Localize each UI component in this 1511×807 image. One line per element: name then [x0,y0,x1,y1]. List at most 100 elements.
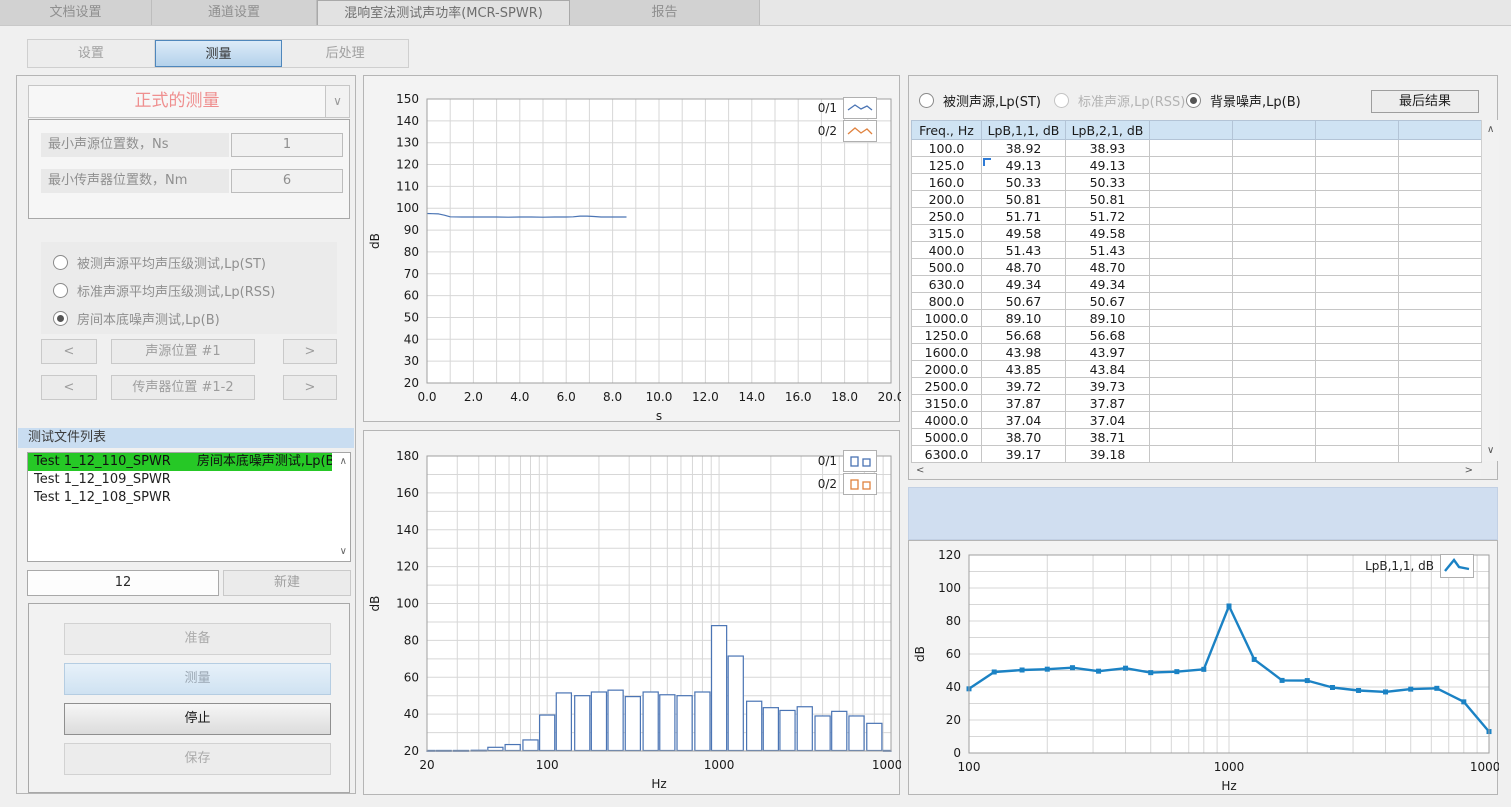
table-cell[interactable]: 6300.0 [912,446,982,463]
table-cell[interactable]: 50.81 [982,191,1066,208]
table-vertical-scrollbar[interactable]: ∧ ∨ [1481,120,1499,461]
table-cell[interactable]: 250.0 [912,208,982,225]
table-cell[interactable]: 3150.0 [912,395,982,412]
radio-icon[interactable] [53,283,68,298]
table-cell[interactable]: 49.58 [982,225,1066,242]
radio-lp-b[interactable]: 房间本底噪声测试,Lp(B) [53,308,220,328]
table-cell[interactable] [1233,259,1316,276]
table-cell[interactable]: 37.87 [1066,395,1150,412]
list-item[interactable]: Test 1_12_108_SPWR [28,489,350,507]
mic-position-next-button[interactable]: > [283,375,337,400]
radio-lp-rss[interactable]: 标准声源平均声压级测试,Lp(RSS) [53,280,275,300]
table-cell[interactable]: 50.81 [1066,191,1150,208]
table-cell[interactable]: 400.0 [912,242,982,259]
table-cell[interactable] [1233,395,1316,412]
table-cell[interactable]: 39.73 [1066,378,1150,395]
table-cell[interactable]: 89.10 [982,310,1066,327]
table-cell[interactable] [1316,225,1399,242]
table-cell[interactable] [1316,191,1399,208]
table-cell[interactable]: 39.72 [982,378,1066,395]
table-cell[interactable] [1150,344,1233,361]
table-cell[interactable] [1399,140,1482,157]
subtab-measure[interactable]: 测量 [155,40,283,67]
table-cell[interactable] [1150,225,1233,242]
table-cell[interactable] [1150,378,1233,395]
table-cell[interactable]: 500.0 [912,259,982,276]
table-cell[interactable] [1399,378,1482,395]
table-cell[interactable] [1316,378,1399,395]
table-cell[interactable] [1150,157,1233,174]
table-cell[interactable] [1399,293,1482,310]
table-cell[interactable] [1150,361,1233,378]
table-cell[interactable] [1316,395,1399,412]
radio-icon[interactable] [919,93,934,108]
table-cell[interactable] [1150,429,1233,446]
table-cell[interactable] [1233,344,1316,361]
source-position-prev-button[interactable]: < [41,339,97,364]
table-cell[interactable] [1399,327,1482,344]
radio-icon[interactable] [1186,93,1201,108]
last-result-button[interactable]: 最后结果 [1371,90,1479,113]
table-cell[interactable]: 56.68 [982,327,1066,344]
list-item-selected[interactable]: Test 1_12_110_SPWR房间本底噪声测试,Lp(B) [28,453,332,471]
table-cell[interactable] [1399,361,1482,378]
table-cell[interactable] [1233,293,1316,310]
table-cell[interactable] [1316,293,1399,310]
table-cell[interactable] [1316,208,1399,225]
min-source-positions-input[interactable]: 1 [231,133,343,157]
list-item[interactable]: Test 1_12_109_SPWR [28,471,350,489]
table-cell[interactable] [1316,174,1399,191]
save-button[interactable]: 保存 [64,743,331,775]
table-cell[interactable] [1150,259,1233,276]
table-cell[interactable] [1233,327,1316,344]
table-cell[interactable] [1233,429,1316,446]
table-cell[interactable]: 38.70 [982,429,1066,446]
table-cell[interactable] [1233,242,1316,259]
table-cell[interactable]: 48.70 [982,259,1066,276]
table-cell[interactable] [1150,446,1233,463]
table-cell[interactable]: 160.0 [912,174,982,191]
table-cell[interactable] [1150,208,1233,225]
table-cell[interactable] [1399,242,1482,259]
table-cell[interactable]: 51.71 [982,208,1066,225]
scroll-right-icon[interactable]: > [1465,466,1473,476]
table-cell[interactable]: 1000.0 [912,310,982,327]
result-radio-lp-st[interactable]: 被测声源,Lp(ST) [919,90,1041,110]
radio-icon[interactable] [53,311,68,326]
table-cell[interactable] [1399,191,1482,208]
table-cell[interactable]: 2000.0 [912,361,982,378]
measure-button[interactable]: 测量 [64,663,331,695]
table-cell[interactable] [1316,259,1399,276]
radio-icon[interactable] [1054,93,1069,108]
table-cell[interactable] [1233,361,1316,378]
table-cell[interactable]: 50.33 [982,174,1066,191]
table-cell[interactable] [1399,157,1482,174]
table-cell[interactable] [1233,412,1316,429]
table-cell[interactable] [1316,446,1399,463]
table-cell[interactable]: 800.0 [912,293,982,310]
table-cell[interactable]: 100.0 [912,140,982,157]
result-radio-lp-rss[interactable]: 标准声源,Lp(RSS) [1054,90,1185,110]
tab-report[interactable]: 报告 [570,0,760,25]
tab-channel-settings[interactable]: 通道设置 [152,0,317,25]
chevron-down-icon[interactable]: ∨ [326,85,350,118]
source-position-button[interactable]: 声源位置 #1 [111,339,255,364]
table-cell[interactable] [1233,208,1316,225]
table-cell[interactable]: 5000.0 [912,429,982,446]
table-cell[interactable] [1399,276,1482,293]
table-cell[interactable] [1150,276,1233,293]
table-cell[interactable]: 2500.0 [912,378,982,395]
table-cell[interactable] [1399,208,1482,225]
table-cell[interactable] [1150,412,1233,429]
scroll-up-icon[interactable]: ∧ [1487,125,1494,135]
table-cell[interactable]: 37.04 [1066,412,1150,429]
table-cell[interactable]: 43.84 [1066,361,1150,378]
table-cell[interactable]: 50.67 [1066,293,1150,310]
table-cell[interactable]: 38.71 [1066,429,1150,446]
stop-button[interactable]: 停止 [64,703,331,735]
table-cell[interactable] [1150,174,1233,191]
table-cell[interactable] [1399,344,1482,361]
tab-document-settings[interactable]: 文档设置 [0,0,152,25]
table-cell[interactable]: 43.98 [982,344,1066,361]
table-cell[interactable]: 125.0 [912,157,982,174]
